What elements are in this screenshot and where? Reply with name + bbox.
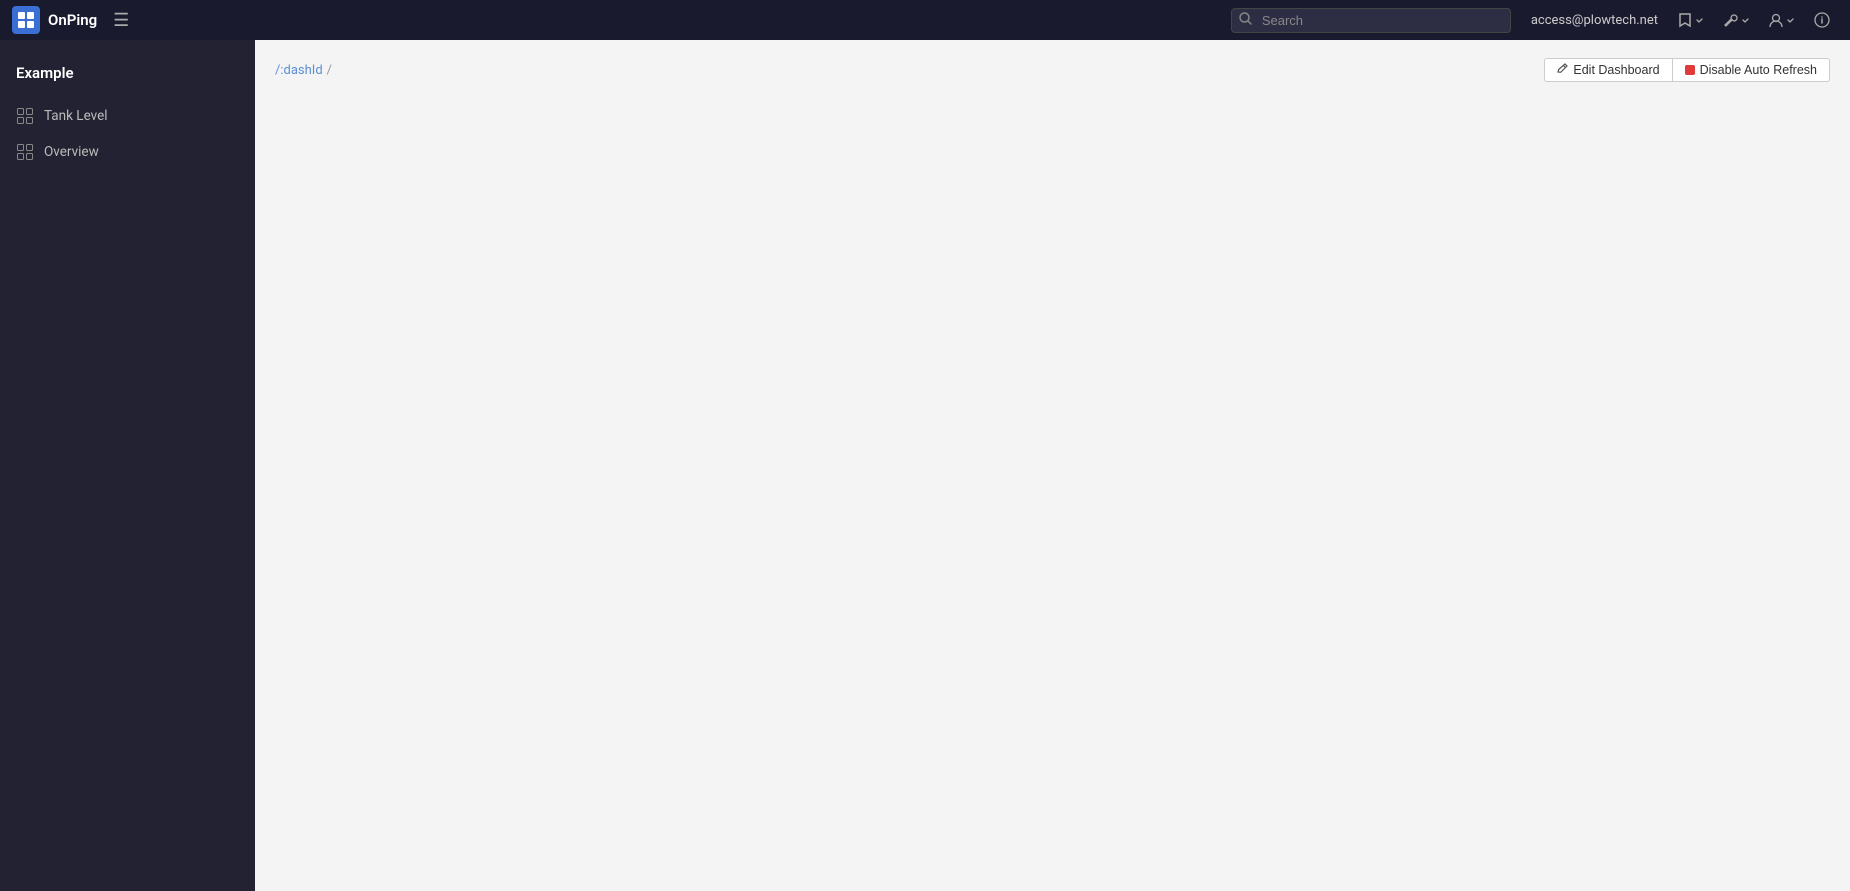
search-container <box>1231 8 1511 33</box>
sidebar-title: Example <box>0 56 255 98</box>
brand-logo <box>12 6 40 34</box>
user-email[interactable]: access@plowtech.net <box>1523 13 1666 28</box>
edit-icon <box>1557 63 1568 77</box>
search-icon <box>1239 12 1252 29</box>
main-content: /:dashId / Edit Dashboard Disable Auto R… <box>255 40 1850 891</box>
app-layout: Example Tank Level <box>0 0 1850 891</box>
navbar: OnPing ☰ access@plowtech.net <box>0 0 1850 40</box>
edit-dashboard-label: Edit Dashboard <box>1573 63 1659 77</box>
disable-auto-refresh-button[interactable]: Disable Auto Refresh <box>1672 58 1830 82</box>
bookmark-button[interactable] <box>1670 8 1711 32</box>
breadcrumb-separator: / <box>327 63 332 78</box>
user-menu-button[interactable] <box>1761 9 1802 32</box>
sidebar-item-label-tank-level: Tank Level <box>44 108 108 124</box>
breadcrumb: /:dashId / <box>275 63 332 78</box>
brand-link[interactable]: OnPing <box>12 6 97 34</box>
disable-refresh-label: Disable Auto Refresh <box>1700 63 1817 77</box>
tools-button[interactable] <box>1715 9 1757 32</box>
dashboard-area <box>255 92 1850 891</box>
search-input[interactable] <box>1231 8 1511 33</box>
info-button[interactable] <box>1806 8 1838 32</box>
sidebar-item-label-overview: Overview <box>44 144 99 160</box>
breadcrumb-actions: Edit Dashboard Disable Auto Refresh <box>1544 58 1830 82</box>
brand-name: OnPing <box>48 11 97 29</box>
tank-level-icon <box>16 107 34 125</box>
navbar-right: access@plowtech.net <box>1523 8 1838 32</box>
hamburger-icon[interactable]: ☰ <box>109 6 133 35</box>
edit-dashboard-button[interactable]: Edit Dashboard <box>1544 58 1671 82</box>
sidebar-item-tank-level[interactable]: Tank Level <box>0 98 255 134</box>
breadcrumb-path[interactable]: /:dashId <box>275 63 323 78</box>
sidebar-item-overview[interactable]: Overview <box>0 134 255 170</box>
breadcrumb-bar: /:dashId / Edit Dashboard Disable Auto R… <box>255 40 1850 92</box>
overview-icon <box>16 143 34 161</box>
red-dot-icon <box>1685 65 1695 75</box>
sidebar: Example Tank Level <box>0 40 255 891</box>
